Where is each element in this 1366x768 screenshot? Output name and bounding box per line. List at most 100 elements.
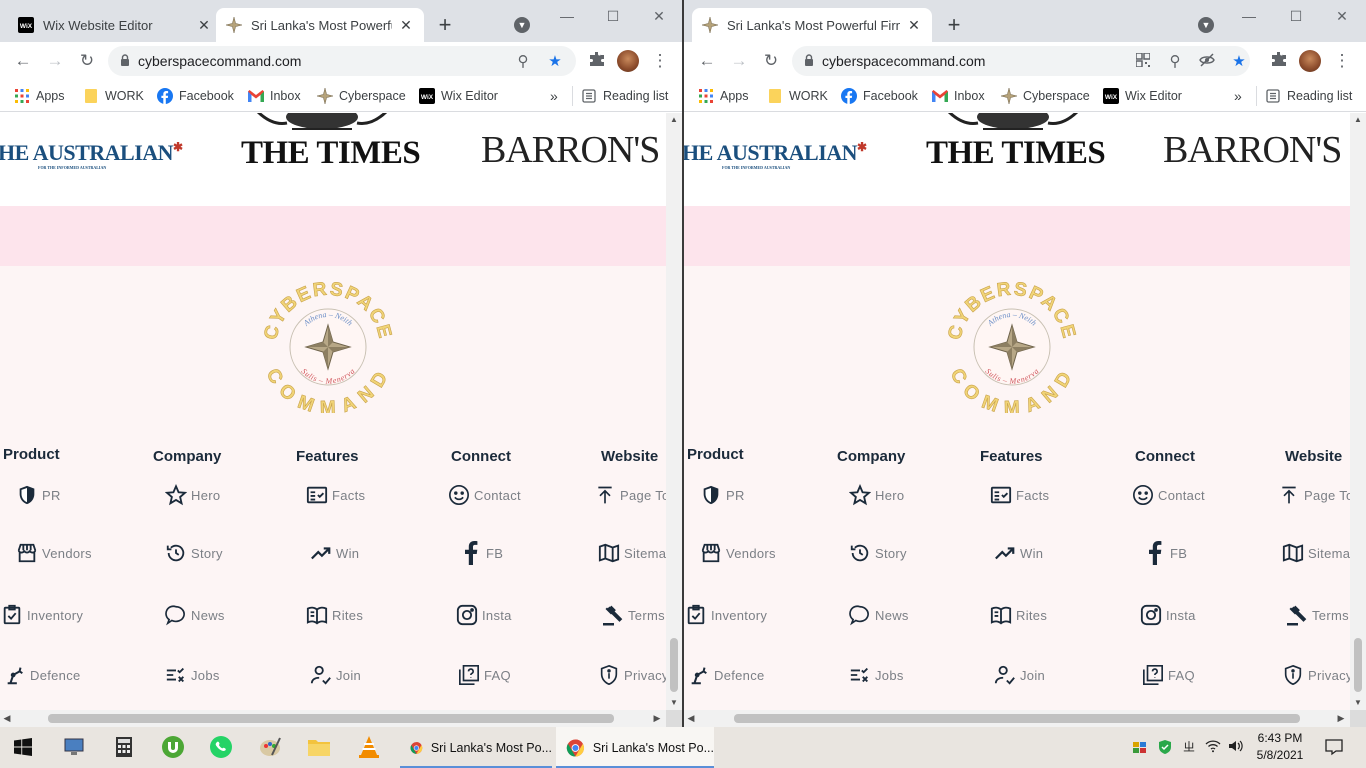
- minimize-button[interactable]: —: [552, 6, 582, 26]
- bookmarks-overflow-button[interactable]: »: [1234, 86, 1242, 106]
- browser-tab[interactable]: WiX Wix Website Editor ✕: [8, 8, 222, 42]
- file-explorer-icon[interactable]: [305, 733, 333, 761]
- vlc-icon[interactable]: [355, 733, 383, 761]
- footer-link-inventory[interactable]: Inventory: [0, 603, 83, 627]
- vertical-scrollbar[interactable]: ▲ ▼: [666, 113, 682, 710]
- footer-link-story[interactable]: Story: [848, 541, 907, 565]
- computer-icon[interactable]: [60, 733, 88, 761]
- footer-link-vendors[interactable]: Vendors: [699, 541, 776, 565]
- back-button[interactable]: ←: [696, 51, 718, 71]
- reading-list-button[interactable]: Reading list: [581, 86, 668, 106]
- zoom-icon[interactable]: ⚲: [1166, 53, 1184, 71]
- taskbar-chrome-window[interactable]: Sri Lanka's Most Po...: [400, 727, 552, 768]
- footer-link-hero[interactable]: Hero: [848, 483, 904, 507]
- bookmark-apps[interactable]: Apps: [698, 86, 749, 106]
- footer-link-facts[interactable]: Facts: [989, 483, 1049, 507]
- footer-link-inventory[interactable]: Inventory: [684, 603, 767, 627]
- footer-link-page-to[interactable]: Page To: [1277, 483, 1350, 507]
- maximize-button[interactable]: ☐: [1281, 6, 1311, 26]
- minimize-button[interactable]: —: [1234, 6, 1264, 26]
- scroll-right-arrow[interactable]: ▶: [650, 710, 664, 727]
- bookmark-inbox[interactable]: Inbox: [248, 86, 301, 106]
- footer-link-news[interactable]: News: [164, 603, 225, 627]
- chrome-menu-icon[interactable]: ⋮: [1331, 51, 1353, 71]
- footer-link-rites[interactable]: Rites: [305, 603, 363, 627]
- profile-avatar[interactable]: [1299, 50, 1321, 72]
- footer-link-rites[interactable]: Rites: [989, 603, 1047, 627]
- forward-button[interactable]: →: [728, 51, 750, 71]
- horizontal-scrollbar[interactable]: ◀ ▶: [0, 710, 666, 727]
- bookmark-facebook[interactable]: Facebook: [841, 86, 918, 106]
- tab-close-icon[interactable]: ✕: [196, 17, 212, 33]
- horizontal-scrollbar[interactable]: ◀ ▶: [684, 710, 1350, 727]
- footer-link-contact[interactable]: Contact: [1131, 483, 1205, 507]
- profile-avatar[interactable]: [617, 50, 639, 72]
- footer-link-facts[interactable]: Facts: [305, 483, 365, 507]
- footer-link-hero[interactable]: Hero: [164, 483, 220, 507]
- bookmarks-overflow-button[interactable]: »: [550, 86, 558, 106]
- horizontal-scroll-thumb[interactable]: [48, 714, 614, 723]
- maximize-button[interactable]: ☐: [598, 6, 628, 26]
- bookmark-work[interactable]: WORK: [767, 86, 828, 106]
- scroll-up-arrow[interactable]: ▲: [1350, 113, 1366, 127]
- footer-link-contact[interactable]: Contact: [447, 483, 521, 507]
- close-window-button[interactable]: ✕: [644, 6, 674, 26]
- close-window-button[interactable]: ✕: [1327, 6, 1357, 26]
- scroll-down-arrow[interactable]: ▼: [1350, 696, 1366, 710]
- footer-link-join[interactable]: Join: [309, 663, 361, 687]
- tab-close-icon[interactable]: ✕: [906, 17, 922, 33]
- address-bar[interactable]: cyberspacecommand.com ⚲ ★: [792, 46, 1250, 76]
- calculator-icon[interactable]: [110, 733, 138, 761]
- clock[interactable]: 6:43 PM 5/8/2021: [1254, 730, 1306, 764]
- footer-link-join[interactable]: Join: [993, 663, 1045, 687]
- bookmark-inbox[interactable]: Inbox: [932, 86, 985, 106]
- footer-link-fb[interactable]: FB: [459, 541, 503, 565]
- bookmark-facebook[interactable]: Facebook: [157, 86, 234, 106]
- extensions-icon[interactable]: [586, 51, 608, 71]
- bookmark-star-icon[interactable]: ★: [1230, 53, 1248, 71]
- browser-tab[interactable]: Sri Lanka's Most Powerful F ✕: [216, 8, 424, 42]
- footer-link-sitemap[interactable]: Sitemap: [1281, 541, 1350, 565]
- bookmark-star-icon[interactable]: ★: [546, 53, 564, 71]
- footer-link-defence[interactable]: Defence: [687, 663, 765, 687]
- footer-link-pr[interactable]: PR: [699, 483, 745, 507]
- footer-link-sitemap[interactable]: Sitemap: [597, 541, 666, 565]
- reload-button[interactable]: ↻: [76, 51, 98, 71]
- new-tab-button[interactable]: +: [433, 14, 457, 38]
- extensions-icon[interactable]: [1268, 51, 1290, 71]
- footer-link-win[interactable]: Win: [993, 541, 1043, 565]
- utorrent-icon[interactable]: [159, 733, 187, 761]
- footer-link-terms[interactable]: Terms: [601, 603, 665, 627]
- bookmark-wix-editor[interactable]: WiX Wix Editor: [419, 86, 498, 106]
- tab-close-icon[interactable]: ✕: [398, 17, 414, 33]
- paint-icon[interactable]: [256, 733, 284, 761]
- whatsapp-icon[interactable]: [207, 733, 235, 761]
- bookmark-apps[interactable]: Apps: [14, 86, 65, 106]
- forward-button[interactable]: →: [44, 51, 66, 71]
- eye-off-icon[interactable]: [1198, 53, 1216, 71]
- volume-icon[interactable]: [1228, 739, 1244, 755]
- horizontal-scroll-thumb[interactable]: [734, 714, 1300, 723]
- scroll-right-arrow[interactable]: ▶: [1334, 710, 1348, 727]
- footer-link-jobs[interactable]: Jobs: [164, 663, 220, 687]
- footer-link-vendors[interactable]: Vendors: [15, 541, 92, 565]
- footer-link-faq[interactable]: FAQ: [1141, 663, 1195, 687]
- new-tab-button[interactable]: +: [942, 14, 966, 38]
- footer-link-news[interactable]: News: [848, 603, 909, 627]
- footer-link-story[interactable]: Story: [164, 541, 223, 565]
- footer-link-fb[interactable]: FB: [1143, 541, 1187, 565]
- back-button[interactable]: ←: [12, 51, 34, 71]
- footer-link-faq[interactable]: FAQ: [457, 663, 511, 687]
- scroll-up-arrow[interactable]: ▲: [666, 113, 682, 127]
- tab-search-icon[interactable]: ▼: [1198, 17, 1214, 33]
- bookmark-work[interactable]: WORK: [83, 86, 144, 106]
- footer-link-insta[interactable]: Insta: [455, 603, 512, 627]
- scroll-down-arrow[interactable]: ▼: [666, 696, 682, 710]
- vertical-scroll-thumb[interactable]: [1354, 638, 1362, 692]
- vertical-scrollbar[interactable]: ▲ ▼: [1350, 113, 1366, 710]
- scroll-left-arrow[interactable]: ◀: [0, 710, 14, 727]
- notifications-icon[interactable]: [1324, 738, 1344, 758]
- qr-code-icon[interactable]: [1134, 52, 1152, 71]
- security-shield-icon[interactable]: [1157, 739, 1173, 755]
- address-bar[interactable]: cyberspacecommand.com ⚲ ★: [108, 46, 576, 76]
